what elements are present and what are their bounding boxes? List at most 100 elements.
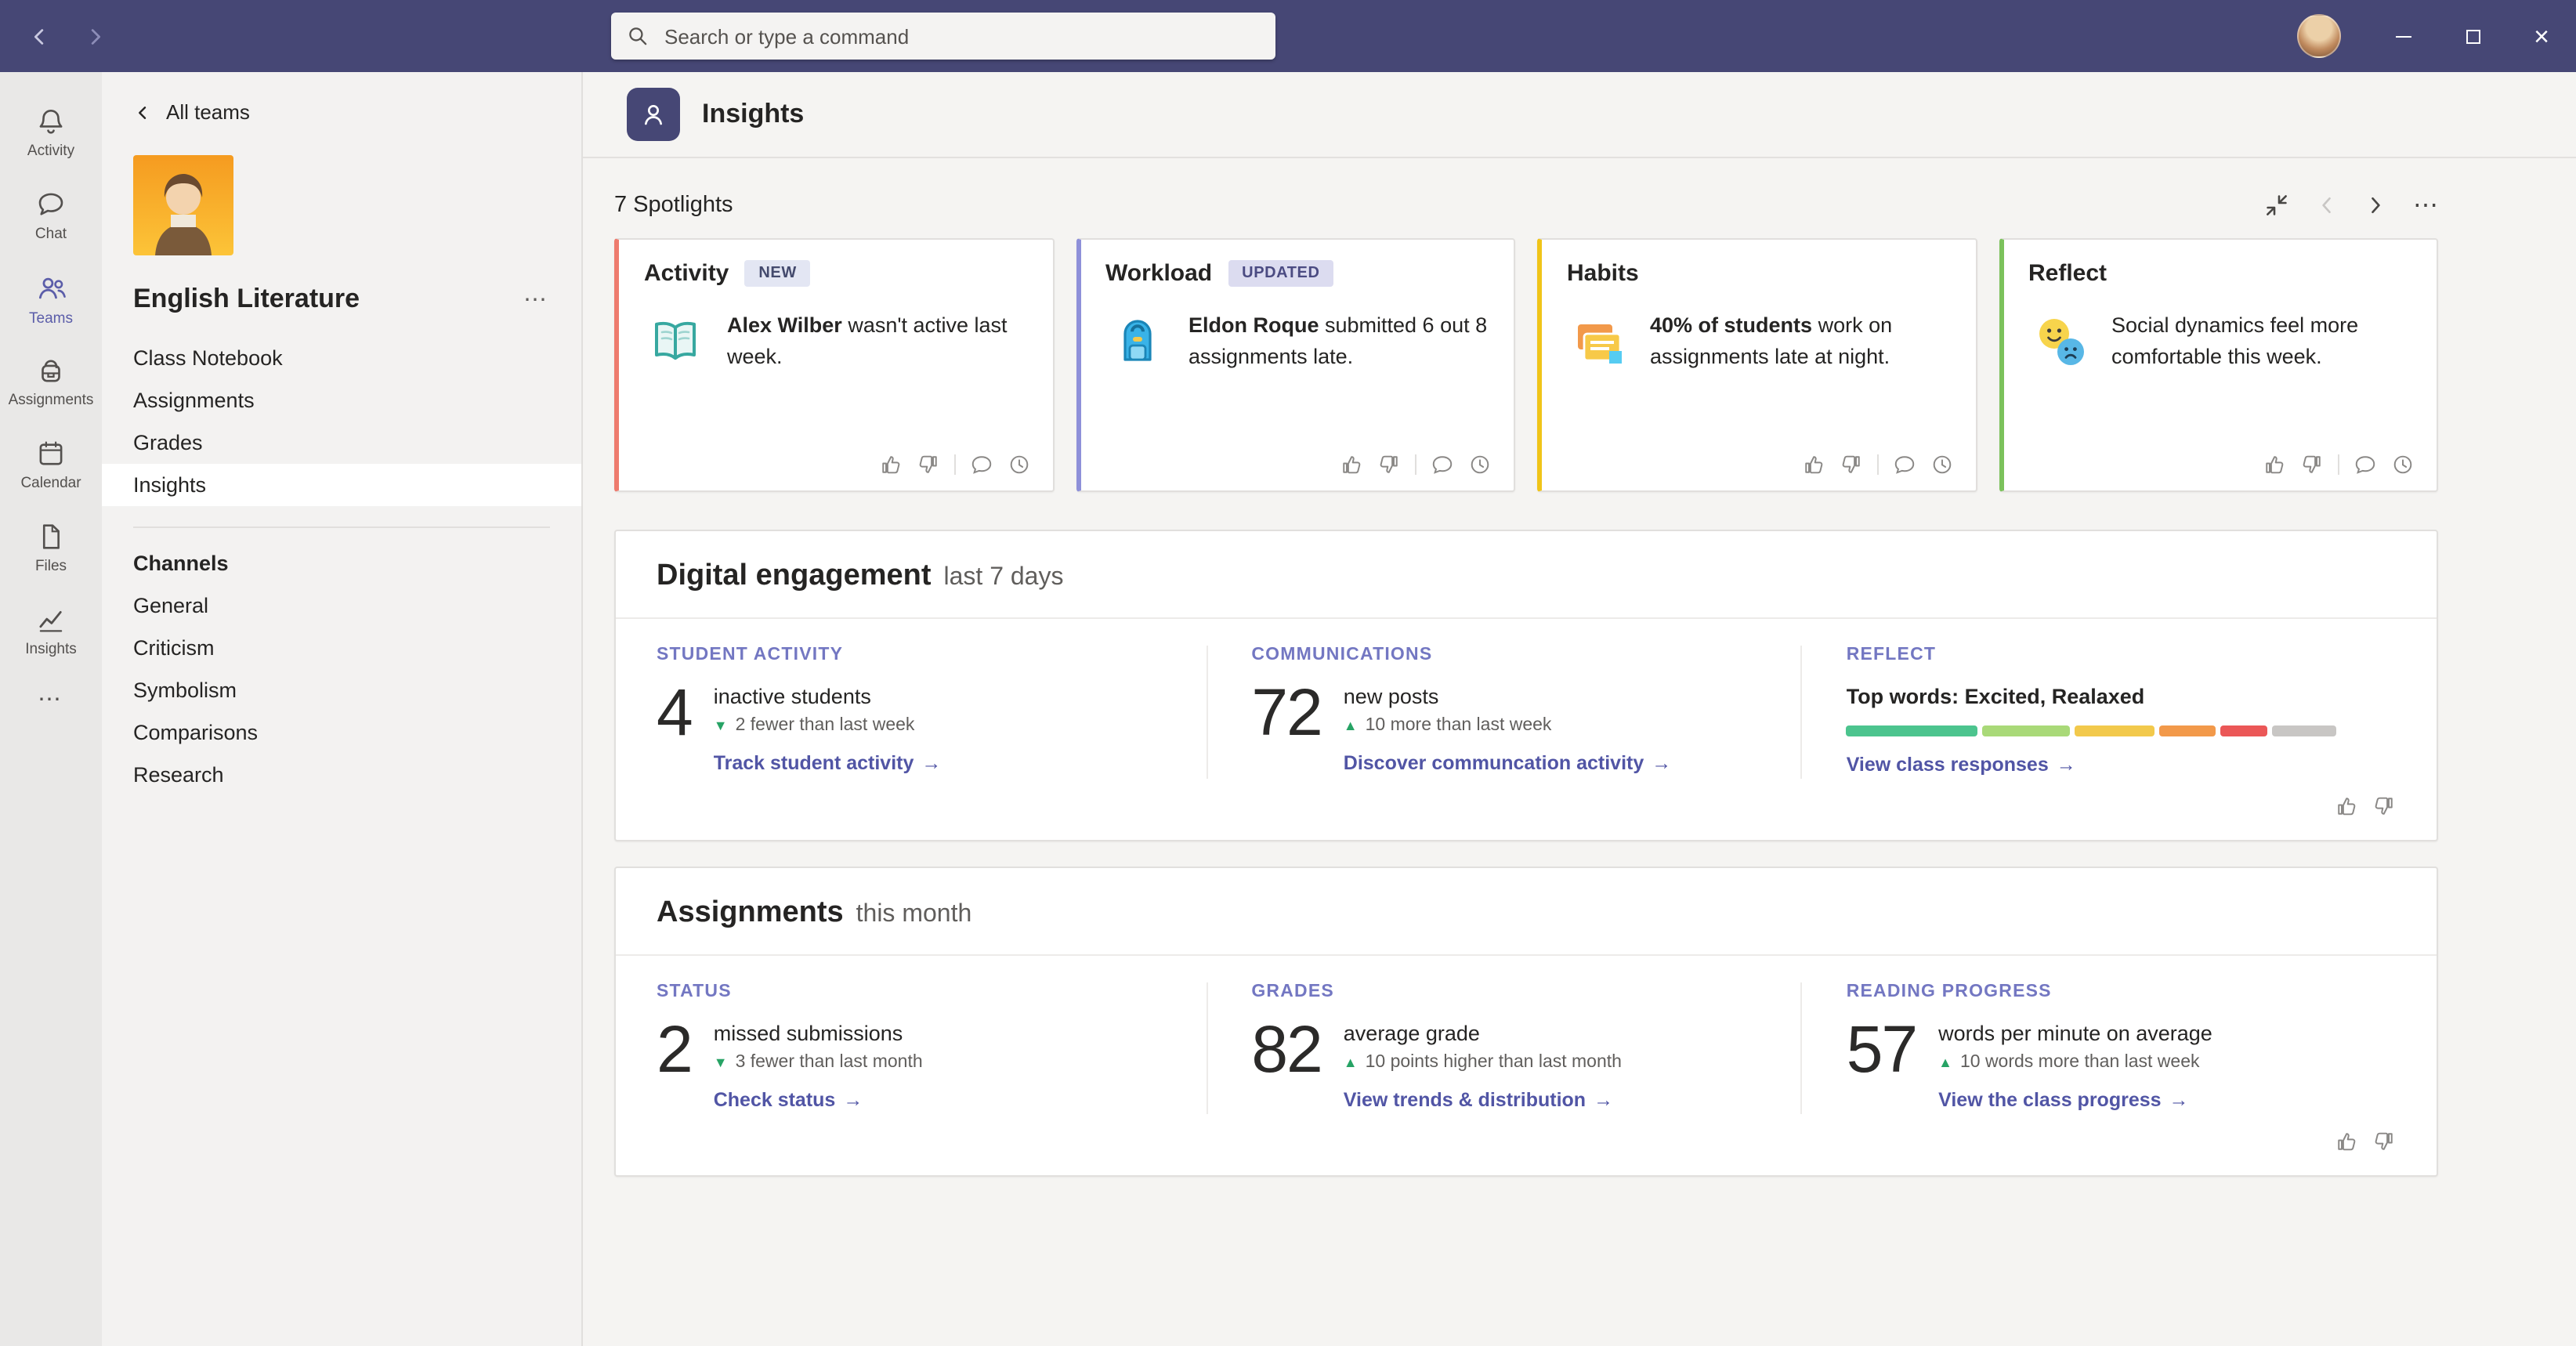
thumbs-down-icon[interactable] <box>2372 794 2396 818</box>
spotlight-card-habits: Habits 40% of students work on assignmen… <box>1537 238 1977 492</box>
teams-window: × Activity Chat Teams Assignments <box>0 0 2576 1346</box>
thumbs-down-icon[interactable] <box>2300 453 2324 476</box>
file-icon <box>34 520 67 553</box>
channel-item-symbolism[interactable]: Symbolism <box>102 669 581 711</box>
spotlights-more-button[interactable]: ⋯ <box>2413 190 2438 221</box>
emoji-faces-icon <box>2028 310 2091 373</box>
top-words: Top words: Excited, Realaxed <box>1847 685 2352 708</box>
metric-value: 4 <box>657 680 692 747</box>
app-rail: Activity Chat Teams Assignments Calendar… <box>0 72 102 1346</box>
grades-metric: GRADES 82 average grade ▲10 points highe… <box>1206 982 1800 1114</box>
maximize-button[interactable] <box>2438 0 2507 72</box>
team-more-icon[interactable]: ⋯ <box>523 285 547 313</box>
trend-up-icon: ▲ <box>1344 718 1358 733</box>
user-avatar[interactable] <box>2297 14 2341 58</box>
rail-item-chat[interactable]: Chat <box>0 174 102 257</box>
track-student-activity-link[interactable]: Track student activity→ <box>714 752 942 774</box>
card-text: 40% of students work on assignments late… <box>1650 310 1953 374</box>
rail-item-activity[interactable]: Activity <box>0 91 102 174</box>
close-icon: × <box>2534 23 2549 49</box>
rail-item-insights[interactable]: Insights <box>0 589 102 672</box>
card-title: Activity <box>644 260 729 287</box>
thumbs-up-icon[interactable] <box>878 453 902 476</box>
spotlights-prev-button[interactable] <box>2316 194 2338 216</box>
reading-progress-metric: READING PROGRESS 57 words per minute on … <box>1801 982 2396 1114</box>
spotlight-card-activity: Activity NEW Alex Wilber wasn't active l… <box>614 238 1054 492</box>
view-trends-distribution-link[interactable]: View trends & distribution→ <box>1344 1089 1613 1111</box>
team-avatar[interactable] <box>133 155 233 255</box>
channel-item-criticism[interactable]: Criticism <box>102 627 581 669</box>
history-icon[interactable] <box>2391 453 2415 476</box>
sidebar-item-class-notebook[interactable]: Class Notebook <box>102 337 581 379</box>
bar-segment <box>2075 725 2155 736</box>
discover-communication-activity-link[interactable]: Discover communcation activity→ <box>1344 752 1671 774</box>
spotlight-card-reflect: Reflect Social dynamics feel more comfor… <box>1999 238 2438 492</box>
thumbs-up-icon[interactable] <box>2335 794 2358 818</box>
history-icon[interactable] <box>1007 453 1030 476</box>
communications-metric: COMMUNICATIONS 72 new posts ▲10 more tha… <box>1206 646 1800 779</box>
insights-chart-icon <box>34 603 67 636</box>
thumbs-up-icon[interactable] <box>2263 453 2286 476</box>
thumbs-down-icon[interactable] <box>916 453 939 476</box>
comment-icon[interactable] <box>2353 453 2377 476</box>
panel-subtitle: last 7 days <box>944 564 1064 592</box>
history-icon[interactable] <box>1468 453 1492 476</box>
rail-item-files[interactable]: Files <box>0 506 102 589</box>
backpack-outline-icon <box>34 354 67 387</box>
chat-icon <box>34 188 67 221</box>
calendar-icon <box>34 437 67 470</box>
comment-icon[interactable] <box>1892 453 1916 476</box>
panel-title: Digital engagement <box>657 559 932 594</box>
sidebar-item-grades[interactable]: Grades <box>102 422 581 464</box>
check-status-link[interactable]: Check status→ <box>714 1089 863 1111</box>
sentiment-bar <box>1847 725 2337 736</box>
history-icon[interactable] <box>1930 453 1953 476</box>
card-title: Workload <box>1105 260 1212 287</box>
close-button[interactable]: × <box>2507 0 2576 72</box>
divider <box>616 617 2437 619</box>
view-class-responses-link[interactable]: View class responses→ <box>1847 754 2076 776</box>
divider <box>953 454 955 475</box>
divider <box>616 954 2437 956</box>
minimize-button[interactable] <box>2369 0 2438 72</box>
rail-more-button[interactable]: ⋯ <box>38 685 64 713</box>
team-menu: Class Notebook Assignments Grades Insigh… <box>102 337 581 506</box>
search-input[interactable] <box>661 23 1260 49</box>
arrow-right-icon: → <box>2057 754 2076 776</box>
card-text: Alex Wilber wasn't active last week. <box>727 310 1030 374</box>
thumbs-down-icon[interactable] <box>2372 1130 2396 1153</box>
comment-icon[interactable] <box>969 453 993 476</box>
comment-icon[interactable] <box>1431 453 1454 476</box>
spotlights-next-button[interactable] <box>2364 194 2386 216</box>
bar-segment <box>2220 725 2267 736</box>
bar-segment <box>2159 725 2216 736</box>
sidebar-item-assignments[interactable]: Assignments <box>102 379 581 422</box>
channel-list: General Criticism Symbolism Comparisons … <box>102 584 581 796</box>
rail-item-assignments[interactable]: Assignments <box>0 340 102 423</box>
assignments-card: Assignments this month STATUS 2 missed s… <box>614 867 2438 1177</box>
thumbs-up-icon[interactable] <box>1801 453 1825 476</box>
rail-item-teams[interactable]: Teams <box>0 257 102 340</box>
rail-item-calendar[interactable]: Calendar <box>0 423 102 506</box>
new-badge: NEW <box>744 260 810 287</box>
thumbs-down-icon[interactable] <box>1839 453 1862 476</box>
metric-value: 57 <box>1847 1017 1916 1084</box>
channel-item-research[interactable]: Research <box>102 754 581 796</box>
view-class-progress-link[interactable]: View the class progress→ <box>1938 1089 2188 1111</box>
sidebar-item-insights[interactable]: Insights <box>102 464 581 506</box>
thumbs-down-icon[interactable] <box>1377 453 1401 476</box>
trend-up-icon: ▲ <box>1344 1055 1358 1070</box>
thumbs-up-icon[interactable] <box>1340 453 1363 476</box>
back-button[interactable] <box>28 24 52 48</box>
command-search-box[interactable] <box>611 13 1275 60</box>
channel-item-comparisons[interactable]: Comparisons <box>102 711 581 754</box>
back-to-all-teams[interactable]: All teams <box>102 100 581 124</box>
divider <box>1415 454 1416 475</box>
forward-button[interactable] <box>83 24 107 48</box>
collapse-button[interactable] <box>2264 193 2289 218</box>
thumbs-up-icon[interactable] <box>2335 1130 2358 1153</box>
chevron-right-icon <box>2364 194 2386 216</box>
insights-app-icon <box>627 88 680 141</box>
channel-item-general[interactable]: General <box>102 584 581 627</box>
chevron-right-icon <box>83 24 107 48</box>
